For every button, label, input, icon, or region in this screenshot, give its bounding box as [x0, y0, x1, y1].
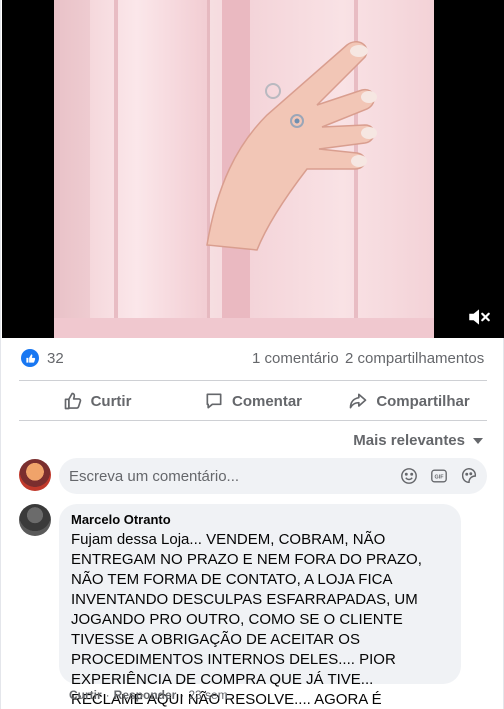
comment-input[interactable] — [69, 458, 389, 494]
composer-tools: GIF — [399, 466, 479, 486]
commenter-avatar[interactable] — [19, 504, 51, 536]
like-button-label: Curtir — [90, 392, 132, 410]
meta-separator: · — [180, 688, 185, 702]
post-actions: Curtir Comentar Compartilhar — [19, 382, 487, 420]
like-count[interactable]: 32 — [47, 350, 64, 367]
comment-composer[interactable]: GIF — [59, 458, 487, 494]
door-panel-left — [90, 0, 210, 338]
comment-like-link[interactable]: Curtir — [69, 688, 102, 702]
comment-reply-link[interactable]: Responder — [114, 688, 177, 702]
comment-button[interactable]: Comentar — [175, 382, 331, 420]
divider — [19, 420, 487, 421]
share-count[interactable]: 2 compartilhamentos — [345, 350, 484, 367]
comment-button-label: Comentar — [231, 392, 302, 410]
video-frame — [54, 0, 434, 338]
comment-age[interactable]: 23 sem — [188, 688, 227, 702]
post-card: 32 1 comentário 2 compartilhamentos Curt… — [0, 0, 504, 709]
share-button-label: Compartilhar — [376, 392, 470, 410]
share-icon — [349, 393, 367, 409]
mute-icon[interactable] — [466, 304, 492, 330]
gif-icon[interactable]: GIF — [429, 466, 449, 486]
meta-separator: · — [105, 688, 110, 702]
comment-bubble: Marcelo Otranto Fujam dessa Loja... VEND… — [59, 504, 461, 708]
comment-count[interactable]: 1 comentário — [252, 350, 339, 367]
divider — [19, 380, 487, 381]
svg-text:GIF: GIF — [435, 475, 445, 481]
reaction-stats: 32 1 comentário 2 compartilhamentos — [1, 338, 504, 380]
comment-author[interactable]: Marcelo Otranto — [71, 512, 449, 528]
comment-sort-dropdown[interactable]: Mais relevantes — [353, 432, 483, 449]
comment-icon — [206, 393, 222, 409]
sticker-icon[interactable] — [459, 466, 479, 486]
comment-meta: Curtir · Responder · 23 sem — [69, 688, 228, 702]
like-reaction-icon[interactable] — [21, 349, 39, 367]
hand-image — [206, 41, 377, 251]
video-player[interactable] — [2, 0, 504, 338]
like-button[interactable]: Curtir — [19, 382, 175, 420]
sort-label: Mais relevantes — [353, 432, 465, 449]
share-button[interactable]: Compartilhar — [331, 382, 487, 420]
thumbs-up-icon — [64, 392, 81, 410]
current-user-avatar[interactable] — [19, 459, 51, 491]
comment-text: Fujam dessa Loja... VENDEM, COBRAM, NÃO … — [71, 531, 422, 708]
caret-down-icon — [473, 437, 483, 444]
emoji-icon[interactable] — [399, 466, 419, 486]
